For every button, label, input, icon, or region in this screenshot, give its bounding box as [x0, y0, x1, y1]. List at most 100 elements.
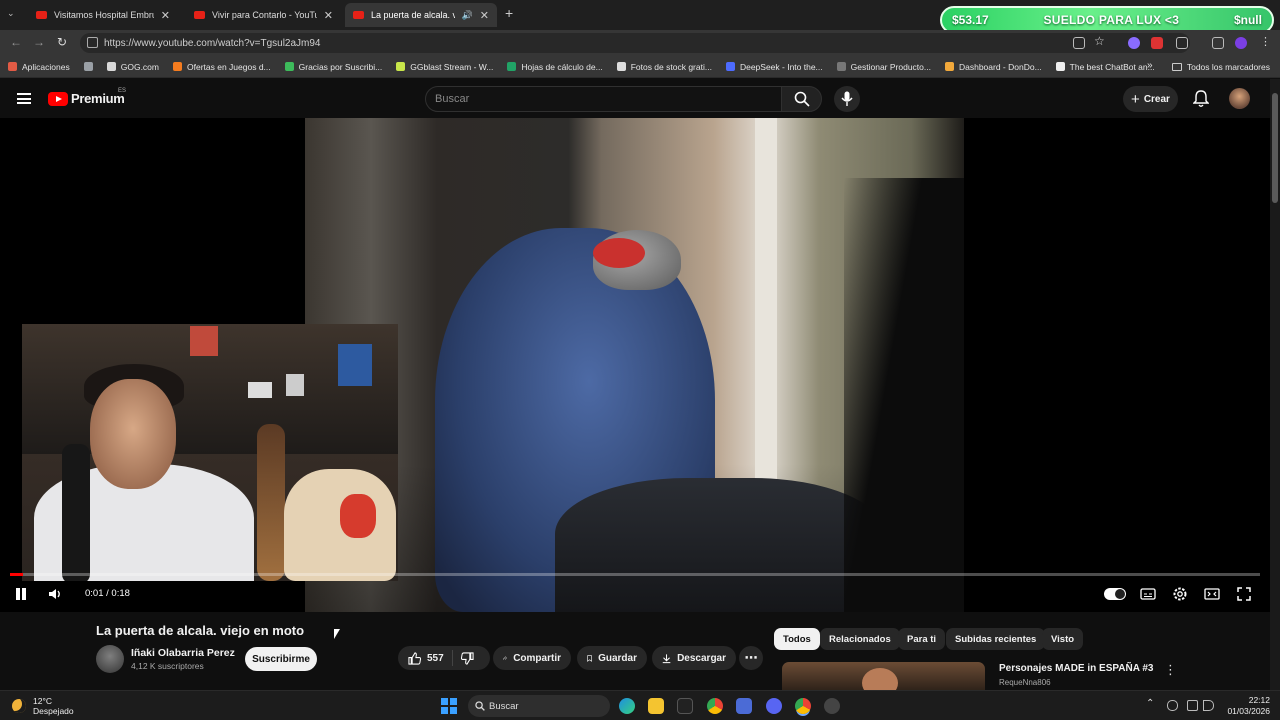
create-button[interactable]: + Crear	[1123, 86, 1178, 112]
close-tab-icon[interactable]: ✕	[161, 9, 170, 22]
install-app-icon[interactable]	[1073, 37, 1085, 49]
chip-todos[interactable]: Todos	[774, 628, 820, 650]
extension-icon[interactable]	[1151, 37, 1163, 49]
subtitles-icon[interactable]	[1140, 586, 1156, 602]
video-title: La puerta de alcala. viejo en moto	[96, 623, 305, 638]
bookmark-item[interactable]: Fotos de stock grati...	[616, 62, 712, 72]
app-icon[interactable]	[677, 698, 693, 714]
more-bookmarks-icon[interactable]: »	[1147, 60, 1153, 71]
bookmark-save-icon	[587, 654, 592, 662]
weather-temperature[interactable]: 12°C	[33, 696, 52, 706]
recommendation-menu-icon[interactable]: ⋮	[1164, 662, 1177, 678]
obs-icon[interactable]	[824, 698, 840, 714]
video-scene-motorcycle	[555, 478, 885, 612]
browser-tab-3-active[interactable]: La puerta de alcala. viejo en 🔊 ✕	[345, 3, 497, 27]
site-info-icon[interactable]	[87, 37, 98, 48]
extension-icon[interactable]	[1128, 37, 1140, 49]
account-avatar[interactable]	[1229, 88, 1250, 109]
volume-tray-icon[interactable]	[1203, 700, 1214, 711]
bookmark-item[interactable]: GOG.com	[106, 62, 159, 72]
bookmark-item[interactable]: GGblast Stream - W...	[396, 62, 493, 72]
chip-para-ti[interactable]: Para ti	[898, 628, 946, 650]
more-actions-button[interactable]: ⋯	[739, 646, 763, 670]
file-explorer-icon[interactable]	[648, 698, 664, 714]
close-tab-icon[interactable]: ✕	[480, 9, 489, 22]
deepseek-favicon-icon	[725, 62, 735, 71]
search-input[interactable]: Buscar	[425, 86, 782, 112]
volume-icon[interactable]	[48, 587, 62, 601]
channel-avatar[interactable]	[96, 645, 124, 673]
reading-list-icon[interactable]	[1212, 37, 1224, 49]
bookmark-item[interactable]: Ofertas en Juegos d...	[173, 62, 271, 72]
new-tab-icon[interactable]: +	[505, 5, 513, 21]
windows-start-icon[interactable]	[441, 698, 457, 714]
recommendation-thumbnail[interactable]	[782, 662, 985, 692]
fullscreen-icon[interactable]	[1236, 586, 1252, 602]
gog-favicon-icon	[106, 62, 116, 71]
video-player[interactable]: 0:01 / 0:18	[0, 118, 1270, 612]
notifications-bell-icon[interactable]	[1193, 90, 1209, 108]
reload-icon[interactable]: ↻	[57, 35, 67, 49]
recommendation-title[interactable]: Personajes MADE in ESPAÑA #3	[999, 663, 1154, 674]
chrome-icon[interactable]	[707, 698, 723, 714]
browser-menu-icon[interactable]: ⋮	[1260, 35, 1271, 48]
network-icon[interactable]	[1187, 700, 1198, 711]
discord-icon[interactable]	[766, 698, 782, 714]
audio-playing-icon[interactable]: 🔊	[462, 10, 473, 21]
premium-logo-text[interactable]: Premium	[71, 91, 125, 106]
chip-visto[interactable]: Visto	[1042, 628, 1084, 650]
voice-search-button[interactable]	[834, 86, 860, 112]
all-bookmarks-button[interactable]: Todos los marcadores	[1171, 62, 1270, 72]
like-thumb-up-icon[interactable]	[408, 651, 421, 665]
browser-tab-1[interactable]: Visitamos Hospital Embrujado c ✕	[28, 3, 178, 27]
settings-gear-icon[interactable]	[1172, 586, 1188, 602]
like-count[interactable]: 557	[427, 653, 444, 664]
bookmark-item[interactable]: DeepSeek - Into the...	[725, 62, 823, 72]
recommendation-channel[interactable]: RequeNna806	[999, 678, 1051, 687]
bookmark-star-icon[interactable]: ☆	[1094, 34, 1105, 48]
chrome-active-icon[interactable]	[795, 698, 811, 714]
app-icon[interactable]	[736, 698, 752, 714]
pause-icon[interactable]	[14, 587, 28, 601]
browser-tab-2[interactable]: Vivir para Contarlo - YouTube ✕	[186, 3, 341, 27]
scrollbar-thumb[interactable]	[1272, 93, 1278, 203]
bookmark-item[interactable]	[83, 62, 93, 71]
bookmark-item[interactable]: Gracias por Suscribi...	[284, 62, 382, 72]
site-favicon-icon	[1055, 62, 1065, 71]
chip-subidas-recientes[interactable]: Subidas recientes	[946, 628, 1046, 650]
theater-mode-icon[interactable]	[1204, 586, 1220, 602]
bookmark-item[interactable]: Hojas de cálculo de...	[507, 62, 603, 72]
back-arrow-icon[interactable]: ←	[10, 35, 22, 49]
edge-browser-icon[interactable]	[619, 698, 635, 714]
subscribe-button[interactable]: Suscribirme	[245, 647, 317, 671]
page-scrollbar[interactable]	[1270, 79, 1280, 690]
bookmark-item[interactable]: The best ChatBot an...	[1055, 62, 1155, 72]
menu-hamburger-icon[interactable]	[17, 93, 31, 104]
forward-arrow-icon[interactable]: →	[33, 35, 45, 49]
profile-avatar-icon[interactable]	[1235, 37, 1247, 49]
chip-relacionados[interactable]: Relacionados	[820, 628, 900, 650]
weather-moon-icon[interactable]	[12, 699, 26, 713]
close-tab-icon[interactable]: ✕	[324, 9, 333, 22]
dislike-thumb-down-icon[interactable]	[460, 651, 474, 665]
download-button[interactable]: Descargar	[652, 646, 736, 670]
streamer-webcam-overlay	[22, 324, 398, 581]
bookmark-item[interactable]: Gestionar Producto...	[836, 62, 931, 72]
channel-name[interactable]: Iñaki Olabarria Perez	[131, 647, 235, 659]
tray-overflow-icon[interactable]: ⌃	[1146, 698, 1154, 709]
progress-bar[interactable]	[10, 573, 1260, 576]
microphone-tray-icon[interactable]	[1167, 700, 1178, 711]
system-clock[interactable]: 22:12 01/03/2026	[1222, 695, 1270, 717]
save-button[interactable]: Guardar	[577, 646, 647, 670]
bookmark-item[interactable]: Aplicaciones	[8, 62, 70, 72]
share-button[interactable]: Compartir	[493, 646, 571, 670]
youtube-logo-icon[interactable]	[48, 92, 68, 106]
extensions-puzzle-icon[interactable]	[1176, 37, 1188, 49]
address-bar[interactable]: https://www.youtube.com/watch?v=Tgsul2aJ…	[80, 33, 1190, 53]
bookmark-item[interactable]: Dashboard - DonDo...	[944, 62, 1042, 72]
tab-search-icon[interactable]: ⌄	[7, 8, 15, 19]
taskbar-search-input[interactable]: Buscar	[468, 695, 610, 717]
weather-condition[interactable]: Despejado	[33, 706, 74, 716]
search-button[interactable]	[781, 86, 822, 112]
autoplay-toggle[interactable]	[1104, 588, 1126, 600]
